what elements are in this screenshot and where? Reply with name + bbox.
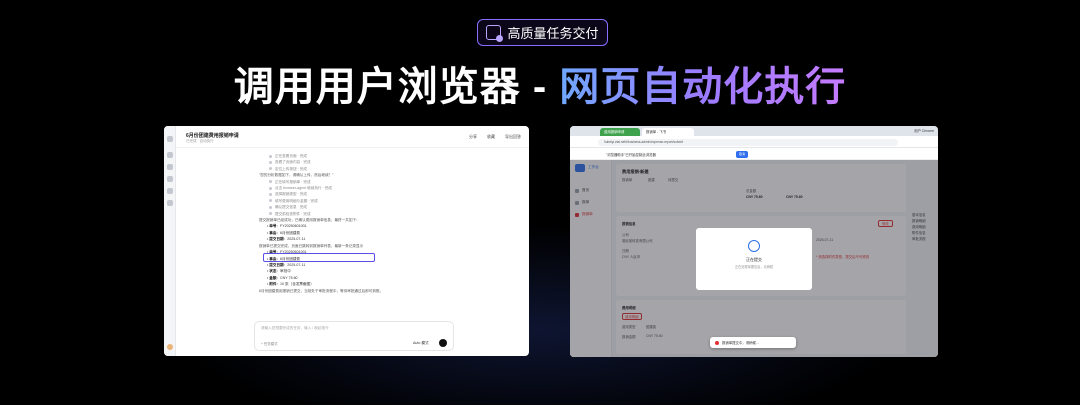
chat-title: 6月份团建费用报销申请 [186, 133, 239, 139]
alert-dot-icon [715, 340, 719, 345]
export-button[interactable]: 导出回答 [505, 134, 521, 140]
headline-part-b: 网页自动化执行 [559, 65, 847, 109]
closing-text: 6月份团建费用报销已提交，当前处于审批流程中，等待审批通过后即可到账。 [259, 288, 384, 293]
favorite-button[interactable]: 收藏 [487, 134, 495, 140]
tab-report[interactable]: 报销单 - 飞书 [642, 128, 694, 136]
share-button[interactable]: 分享 [469, 134, 477, 140]
avatar[interactable] [167, 344, 173, 350]
chat-icon[interactable] [167, 164, 173, 170]
add-icon[interactable] [167, 152, 173, 158]
folder-icon[interactable] [167, 188, 173, 194]
task-delivery-icon [486, 25, 504, 42]
browser-profile[interactable]: 用户 Chrome [914, 128, 934, 133]
task-input[interactable]: 请输入您想要完成的任务，输入 / 唤起指令 + 任务模式 Auto 模式 [254, 321, 454, 351]
chat-transcript: 正在查看页面 · 完成 查看了页面内容 · 完成 定位上传按钮 · 完成 "您的… [259, 153, 449, 294]
headline: 调用用户浏览器 - 网页自动化执行 [0, 54, 1080, 112]
modal-title: 正在提交 [746, 257, 762, 262]
task-input-placeholder: 请输入您想要完成的任务，输入 / 唤起指令 [261, 326, 329, 330]
document-icon [748, 240, 760, 252]
chat-subtitle: 已完成 · 自动执行 [186, 139, 214, 143]
logo-icon[interactable] [167, 136, 173, 142]
chat-header: 6月份团建费用报销申请 已完成 · 自动执行 分享 收藏 导出回答 [176, 126, 529, 148]
tool-icon[interactable] [167, 200, 173, 206]
address-bar: hubeiyi.ztai.net/t/business-admin/expens… [570, 136, 938, 148]
header-actions: 分享 收藏 导出回答 [469, 134, 521, 140]
tab-expense[interactable]: 费用报销申请 [600, 128, 640, 136]
send-button[interactable] [439, 339, 447, 347]
infobar-message: "浏览器助手"已开始控制此浏览器 [606, 153, 656, 157]
badge-label: 高质量任务交付 [507, 26, 599, 41]
mode-button[interactable]: + 任务模式 [261, 341, 277, 346]
url-field[interactable]: hubeiyi.ztai.net/t/business-admin/expens… [598, 138, 898, 146]
highlight-box [263, 253, 375, 262]
history-icon[interactable] [167, 176, 173, 182]
infobar-cancel-button[interactable]: 取消 [736, 150, 748, 158]
status-toast: 报销单提交中，请稍候... [710, 337, 796, 348]
toast-text: 报销单提交中，请稍候... [722, 341, 759, 345]
headline-part-a: 调用用户浏览器 - [233, 65, 560, 109]
app-rail [164, 126, 176, 356]
modal-subtitle: 正在处理单据信息，请稍候 [734, 265, 774, 269]
browser-automation-screenshot: 费用报销申请 报销单 - 飞书 用户 Chrome hubeiyi.ztai.n… [570, 126, 938, 357]
feature-badge: 高质量任务交付 [477, 19, 608, 46]
submit-modal: 正在提交 正在处理单据信息，请稍候 [696, 228, 812, 290]
model-select[interactable]: Auto 模式 [413, 341, 429, 346]
browser-tabbar: 费用报销申请 报销单 - 飞书 用户 Chrome [570, 126, 938, 136]
agent-chat-screenshot: 6月份团建费用报销申请 已完成 · 自动执行 分享 收藏 导出回答 正在查看页面… [164, 126, 529, 356]
automation-infobar: "浏览器助手"已开始控制此浏览器 取消 [570, 148, 938, 160]
